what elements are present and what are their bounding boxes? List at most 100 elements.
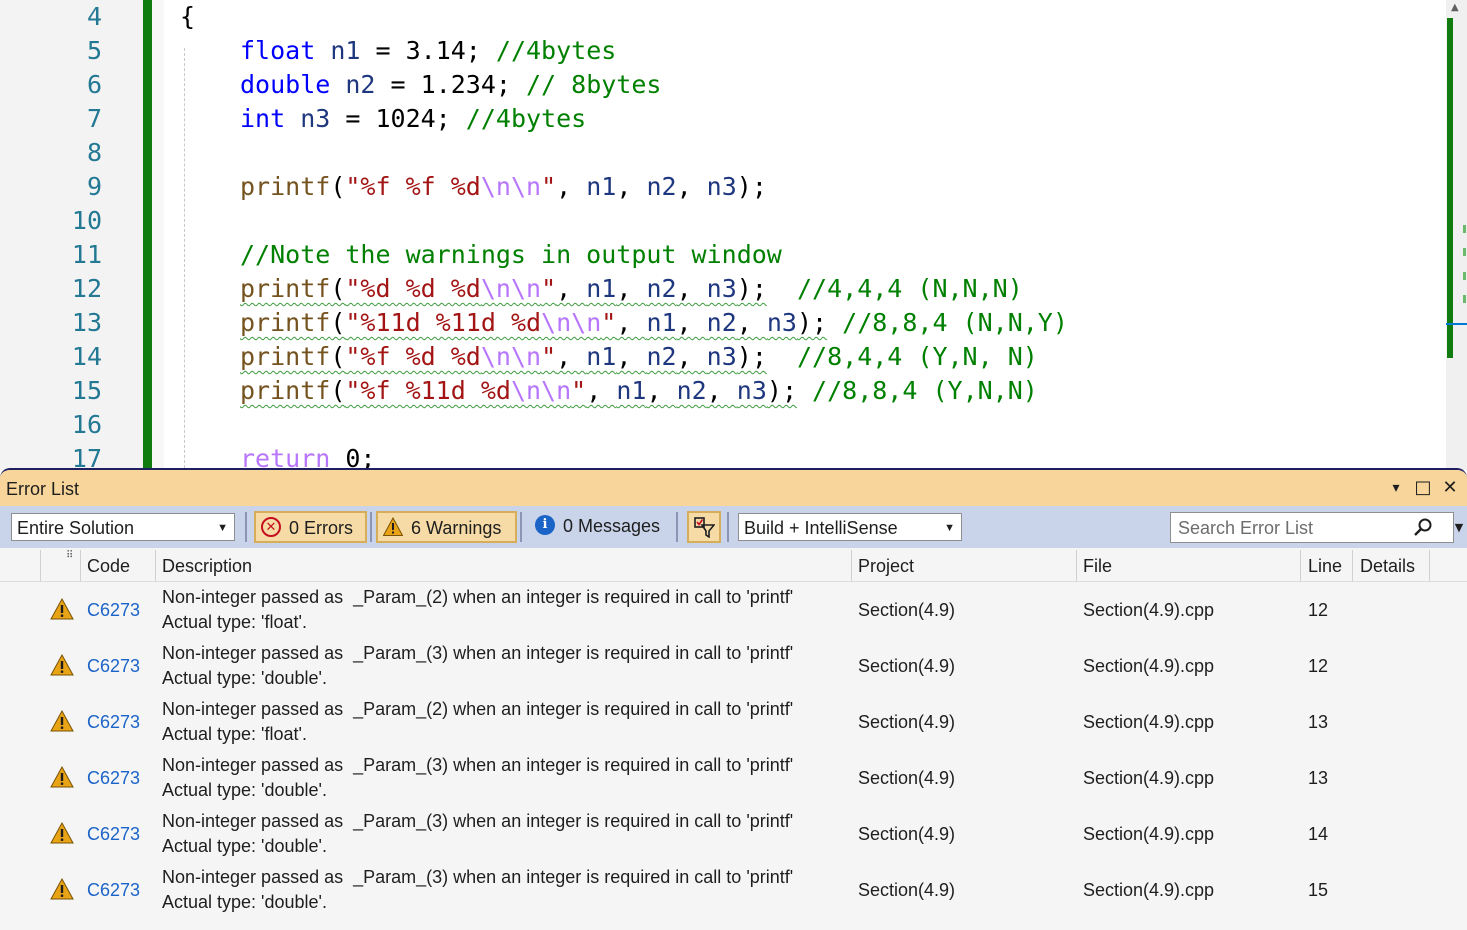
table-row[interactable]: C6273 Non-integer passed as _Param_(3) wh… bbox=[0, 638, 1467, 694]
code-line[interactable]: 13 printf("%11d %11d %d\n\n", n1, n2, n3)… bbox=[0, 306, 1440, 340]
code-token: " bbox=[571, 376, 587, 405]
description-line: Actual type: 'double'. bbox=[162, 668, 327, 688]
code-line[interactable]: 16 bbox=[0, 408, 1440, 442]
toolbar-separator bbox=[727, 512, 729, 542]
line-number: 11 bbox=[71, 240, 102, 269]
line-number: 12 bbox=[71, 274, 102, 303]
column-divider[interactable] bbox=[1300, 550, 1301, 581]
warning-code-link[interactable]: C6273 bbox=[87, 582, 140, 638]
code-line[interactable]: 10 bbox=[0, 204, 1440, 238]
error-list-toolbar: Entire Solution ▼ ✕ 0 Errors 6 Warnings … bbox=[0, 506, 1467, 548]
code-token: , bbox=[616, 274, 647, 303]
code-line[interactable]: 14 printf("%f %d %d\n\n", n1, n2, n3); //… bbox=[0, 340, 1440, 374]
code-text[interactable]: return 0; bbox=[240, 442, 375, 470]
line-number: 4 bbox=[86, 2, 102, 31]
code-line[interactable]: 17 return 0; bbox=[0, 442, 1440, 470]
column-header-description[interactable]: Description bbox=[162, 548, 252, 581]
file-cell: Section(4.9).cpp bbox=[1083, 880, 1215, 900]
table-row[interactable]: C6273 Non-integer passed as _Param_(2) wh… bbox=[0, 694, 1467, 750]
warning-code-link[interactable]: C6273 bbox=[87, 750, 140, 806]
scroll-up-arrow-icon[interactable]: ▲ bbox=[1451, 2, 1459, 13]
column-divider[interactable] bbox=[80, 550, 81, 581]
error-list-title-bar[interactable]: Error List ▾ □ ✕ bbox=[0, 470, 1467, 506]
code-token: \n\n bbox=[510, 376, 572, 405]
filter-toggle-button[interactable] bbox=[687, 511, 721, 543]
column-header-line[interactable]: Line bbox=[1308, 548, 1342, 581]
code-token: double bbox=[240, 70, 331, 99]
file-cell: Section(4.9).cpp bbox=[1083, 712, 1215, 732]
description-cell: Non-integer passed as _Param_(2) when an… bbox=[162, 585, 793, 635]
code-token: ); bbox=[766, 376, 797, 405]
warning-code-link[interactable]: C6273 bbox=[87, 638, 140, 694]
close-icon[interactable]: ✕ bbox=[1438, 474, 1462, 502]
column-divider[interactable] bbox=[1352, 550, 1353, 581]
code-text[interactable]: float n1 = 3.14; //4bytes bbox=[240, 34, 616, 68]
line-number: 15 bbox=[71, 376, 102, 405]
description-cell: Non-integer passed as _Param_(3) when an… bbox=[162, 809, 793, 859]
code-line[interactable]: 8 bbox=[0, 136, 1440, 170]
code-token: ( bbox=[330, 376, 346, 405]
line-number: 5 bbox=[86, 36, 102, 65]
code-text[interactable]: double n2 = 1.234; // 8bytes bbox=[240, 68, 661, 102]
code-editor[interactable]: 3int main()4{5float n1 = 3.14; //4bytes6… bbox=[0, 0, 1467, 470]
code-text[interactable]: printf("%d %d %d\n\n", n1, n2, n3); //4,… bbox=[240, 272, 1023, 306]
code-token: "%11d %11d %d bbox=[345, 308, 542, 337]
code-line[interactable]: 7 int n3 = 1024; //4bytes bbox=[0, 102, 1440, 136]
description-cell: Non-integer passed as _Param_(3) when an… bbox=[162, 641, 793, 691]
code-token: printf bbox=[240, 274, 331, 303]
scrollbar-warning-marker bbox=[1463, 248, 1466, 256]
column-divider[interactable] bbox=[155, 550, 156, 581]
column-divider[interactable] bbox=[1429, 550, 1430, 581]
column-header-file[interactable]: File bbox=[1083, 548, 1112, 581]
description-cell: Non-integer passed as _Param_(3) when an… bbox=[162, 865, 793, 915]
line-number: 7 bbox=[86, 104, 102, 133]
window-position-dropdown-icon[interactable]: ▾ bbox=[1384, 474, 1408, 502]
column-header-details[interactable]: Details bbox=[1360, 548, 1415, 581]
code-token: , bbox=[556, 274, 587, 303]
code-line[interactable]: 4{ bbox=[0, 0, 1440, 34]
search-icon[interactable] bbox=[1413, 517, 1433, 537]
code-line[interactable]: 15 printf("%f %11d %d\n\n", n1, n2, n3); … bbox=[0, 374, 1440, 408]
warning-code-link[interactable]: C6273 bbox=[87, 694, 140, 750]
code-text[interactable]: printf("%f %11d %d\n\n", n1, n2, n3); //… bbox=[240, 374, 1038, 408]
code-text[interactable]: printf("%f %d %d\n\n", n1, n2, n3); //8,… bbox=[240, 340, 1038, 374]
warning-code-link[interactable]: C6273 bbox=[87, 862, 140, 918]
code-token: n2 bbox=[646, 342, 677, 371]
code-line[interactable]: 12 printf("%d %d %d\n\n", n1, n2, n3); //… bbox=[0, 272, 1440, 306]
column-options-icon[interactable]: ⠿ bbox=[66, 551, 73, 561]
code-text[interactable]: int n3 = 1024; //4bytes bbox=[240, 102, 586, 136]
code-token: n2 bbox=[646, 274, 677, 303]
warnings-filter-button[interactable]: 6 Warnings bbox=[376, 511, 517, 543]
code-text[interactable]: //Note the warnings in output window bbox=[240, 238, 782, 272]
table-row[interactable]: C6273 Non-integer passed as _Param_(3) wh… bbox=[0, 862, 1467, 918]
source-dropdown[interactable]: Build + IntelliSense ▼ bbox=[738, 513, 962, 541]
column-divider[interactable] bbox=[1076, 550, 1077, 581]
table-row[interactable]: C6273 Non-integer passed as _Param_(3) wh… bbox=[0, 750, 1467, 806]
code-token: " bbox=[541, 172, 557, 201]
code-token: n1 bbox=[616, 376, 647, 405]
column-divider[interactable] bbox=[40, 550, 41, 581]
code-token: , bbox=[616, 342, 647, 371]
errors-filter-button[interactable]: ✕ 0 Errors bbox=[254, 511, 367, 543]
code-text[interactable]: printf("%11d %11d %d\n\n", n1, n2, n3); … bbox=[240, 306, 1068, 340]
code-line[interactable]: 5 float n1 = 3.14; //4bytes bbox=[0, 34, 1440, 68]
panel-title: Error List bbox=[6, 479, 80, 499]
code-text[interactable]: { bbox=[180, 0, 195, 34]
errors-filter-label: 0 Errors bbox=[289, 518, 354, 538]
search-error-list-input[interactable]: Search Error List bbox=[1170, 512, 1454, 543]
column-header-project[interactable]: Project bbox=[858, 548, 914, 581]
maximize-icon[interactable]: □ bbox=[1411, 474, 1435, 502]
table-row[interactable]: C6273 Non-integer passed as _Param_(3) wh… bbox=[0, 806, 1467, 862]
code-line[interactable]: 11 //Note the warnings in output window bbox=[0, 238, 1440, 272]
warning-code-link[interactable]: C6273 bbox=[87, 806, 140, 862]
table-row[interactable]: C6273 Non-integer passed as _Param_(2) wh… bbox=[0, 582, 1467, 638]
search-options-dropdown-icon[interactable]: ▼ bbox=[1453, 512, 1465, 543]
code-token: int bbox=[240, 104, 286, 133]
scope-dropdown[interactable]: Entire Solution ▼ bbox=[11, 513, 235, 541]
code-line[interactable]: 9 printf("%f %f %d\n\n", n1, n2, n3); bbox=[0, 170, 1440, 204]
messages-filter-button[interactable]: i 0 Messages bbox=[527, 511, 672, 543]
column-divider[interactable] bbox=[851, 550, 852, 581]
code-line[interactable]: 6 double n2 = 1.234; // 8bytes bbox=[0, 68, 1440, 102]
code-text[interactable]: printf("%f %f %d\n\n", n1, n2, n3); bbox=[240, 170, 767, 204]
column-header-code[interactable]: Code bbox=[87, 548, 130, 581]
